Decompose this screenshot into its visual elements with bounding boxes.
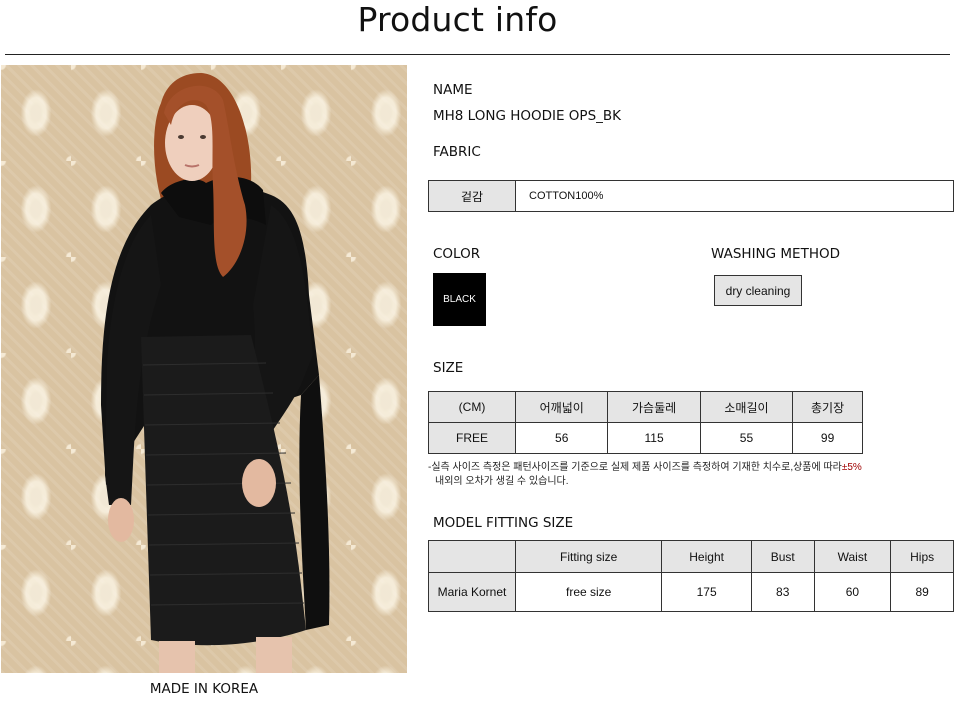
size-cell-length: 99	[792, 422, 863, 454]
title-divider	[5, 54, 950, 55]
made-in-caption: MADE IN KOREA	[149, 681, 259, 697]
fitting-cell-hips: 89	[890, 572, 954, 612]
size-cell-sleeve: 55	[699, 422, 794, 454]
table-row: FREE 56 115 55 99	[428, 422, 863, 454]
fitting-header-hips: Hips	[890, 540, 954, 573]
page-title: Product info	[357, 0, 558, 39]
fitting-header-height: Height	[661, 540, 752, 573]
name-heading: NAME	[433, 82, 473, 98]
fabric-heading: FABRIC	[433, 144, 481, 160]
size-header-row: (CM) 어깨넓이 가슴둘레 소매길이 총기장	[428, 391, 863, 423]
fitting-header-row: Fitting size Height Bust Waist Hips	[428, 540, 954, 573]
size-cell-shoulder: 56	[514, 422, 609, 454]
fitting-header-size: Fitting size	[514, 540, 663, 573]
product-name: MH8 LONG HOODIE OPS_BK	[433, 108, 621, 124]
fitting-header-blank	[428, 540, 516, 573]
size-header-sleeve: 소매길이	[699, 391, 794, 423]
fabric-value: COTTON100%	[515, 180, 954, 212]
model-illustration	[101, 73, 330, 673]
fitting-cell-size: free size	[514, 572, 663, 612]
color-heading: COLOR	[433, 246, 481, 262]
fitting-cell-waist: 60	[813, 572, 892, 612]
size-note-tolerance: ±5%	[841, 462, 862, 473]
fabric-key: 겉감	[428, 180, 516, 212]
size-cell-chest: 115	[607, 422, 701, 454]
size-heading: SIZE	[433, 360, 464, 376]
fitting-header-waist: Waist	[813, 540, 892, 573]
fitting-model-name: Maria Kornet	[428, 572, 516, 612]
model-fitting-heading: MODEL FITTING SIZE	[433, 515, 574, 531]
size-note-line1: -실측 사이즈 측정은 패턴사이즈를 기준으로 실제 제품 사이즈를 측정하여 …	[428, 462, 842, 473]
size-row-label: FREE	[428, 422, 516, 454]
size-header-shoulder: 어깨넓이	[514, 391, 609, 423]
size-header-chest: 가슴둘레	[607, 391, 701, 423]
size-note: -실측 사이즈 측정은 패턴사이즈를 기준으로 실제 제품 사이즈를 측정하여 …	[428, 461, 862, 489]
washing-badge: dry cleaning	[714, 275, 802, 306]
fabric-table: 겉감 COTTON100%	[428, 180, 954, 212]
size-table: (CM) 어깨넓이 가슴둘레 소매길이 총기장 FREE 56 115 55 9…	[428, 391, 863, 454]
size-header-unit: (CM)	[428, 391, 516, 423]
size-note-line2: 내외의 오차가 생길 수 있습니다.	[435, 476, 569, 487]
color-swatch: BLACK	[433, 273, 486, 326]
size-header-length: 총기장	[792, 391, 863, 423]
fitting-cell-bust: 83	[750, 572, 815, 612]
product-photo	[1, 65, 407, 673]
fitting-cell-height: 175	[661, 572, 752, 612]
washing-heading: WASHING METHOD	[711, 246, 840, 262]
fitting-header-bust: Bust	[750, 540, 815, 573]
table-row: Maria Kornet free size 175 83 60 89	[428, 572, 954, 612]
model-fitting-table: Fitting size Height Bust Waist Hips Mari…	[428, 540, 954, 612]
